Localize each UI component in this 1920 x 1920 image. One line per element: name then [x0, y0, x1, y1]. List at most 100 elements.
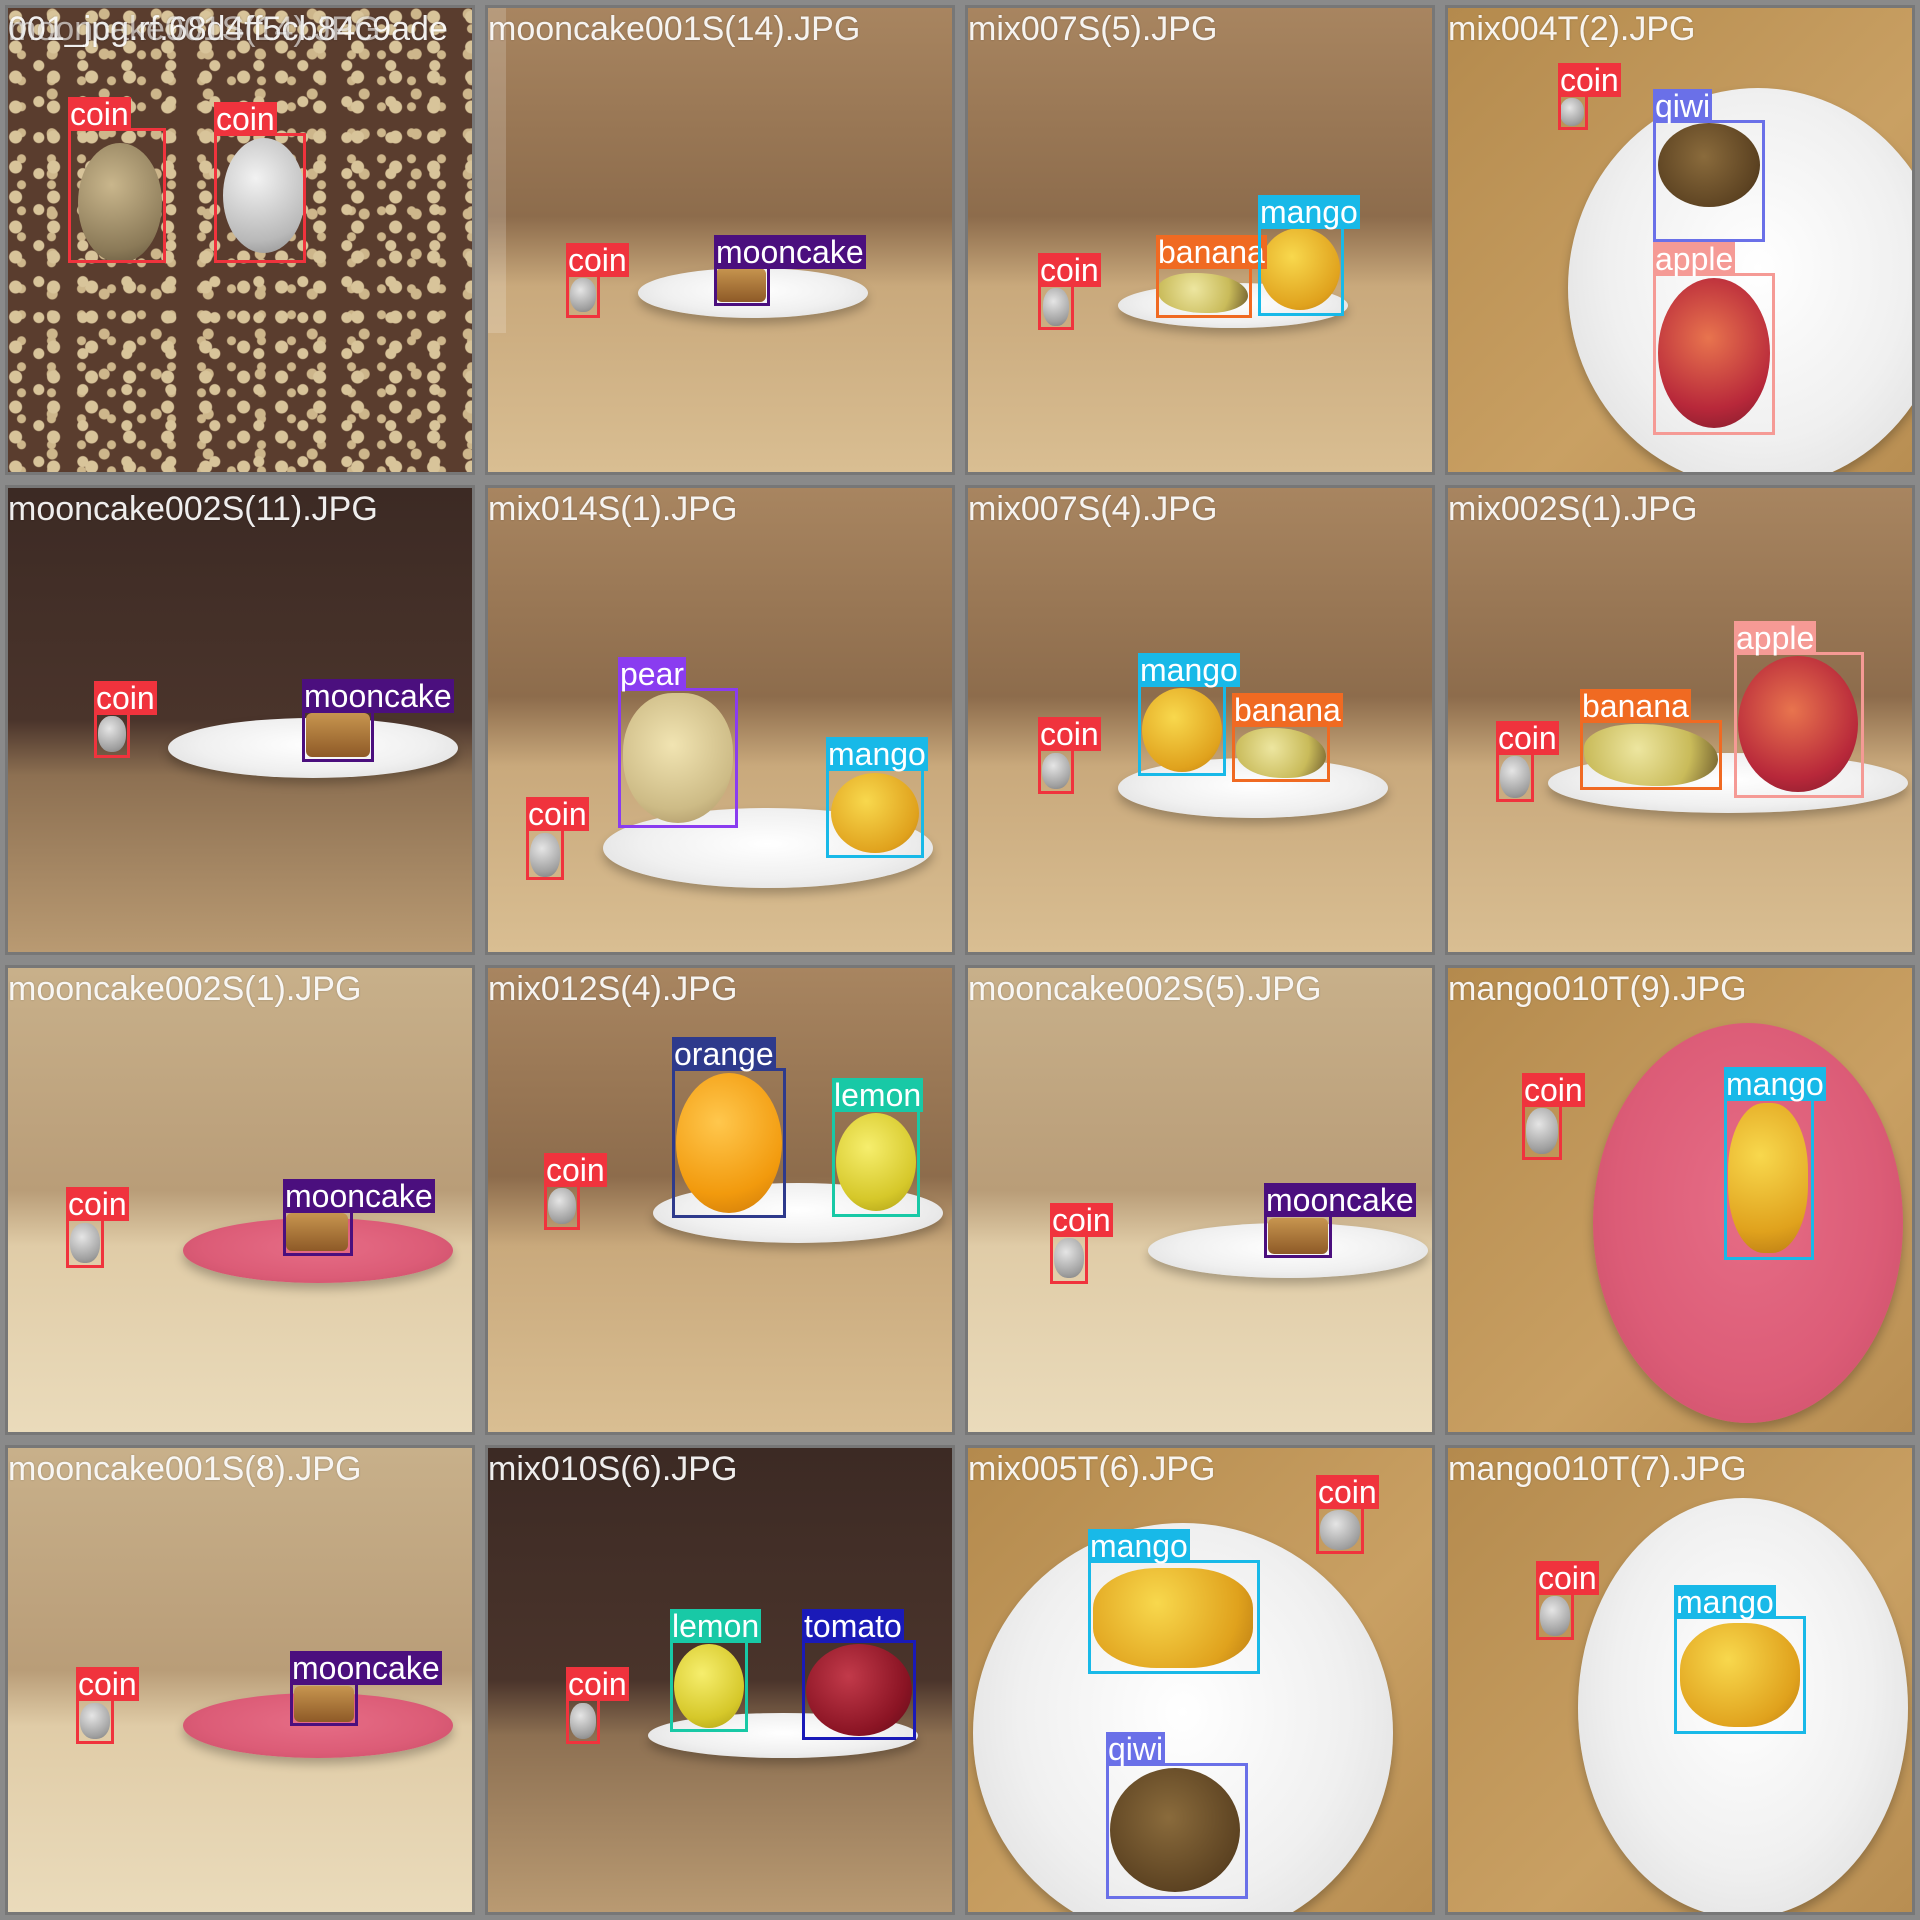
bbox-mooncake: mooncake [714, 235, 866, 306]
bbox-label: banana [1156, 234, 1267, 270]
tile-title: mix010S(6).JPG [488, 1450, 738, 1488]
tile-11: mooncake002S(5).JPG coin mooncake [965, 965, 1435, 1435]
bbox-label: coin [566, 242, 629, 278]
bbox-orange: orange [672, 1037, 786, 1218]
bbox-coin: coin [1496, 721, 1559, 802]
bbox-mooncake: mooncake [302, 679, 454, 762]
bbox-label: qiwi [1653, 88, 1713, 124]
tile-title: mooncake001S(14).JPG [488, 10, 861, 48]
bbox-lemon: lemon [670, 1609, 762, 1732]
tile-title: mix007S(5).JPG [968, 10, 1218, 48]
bbox-label: qiwi [1106, 1731, 1166, 1767]
bbox-label: mooncake [1264, 1182, 1416, 1218]
tile-title-overlap: mooncake001S(14).JPG [8, 10, 381, 48]
bbox-label: coin [1536, 1560, 1599, 1596]
bbox-coin: coin [1316, 1475, 1379, 1554]
bbox-label: coin [68, 96, 131, 132]
tile-8: mix002S(1).JPG coin banana apple [1445, 485, 1915, 955]
tile-title: mix005T(6).JPG [968, 1450, 1216, 1488]
bbox-label: mango [1674, 1584, 1776, 1620]
bbox-mango: mango [1258, 195, 1360, 316]
bbox-coin: coin [1050, 1203, 1113, 1284]
tile-7: mix007S(4).JPG coin mango banana [965, 485, 1435, 955]
bbox-mooncake: mooncake [283, 1179, 435, 1256]
bbox-coin: coin [1038, 253, 1101, 330]
cabinet-wall [488, 8, 506, 333]
tile-title: mooncake002S(5).JPG [968, 970, 1322, 1008]
tile-4: mix004T(2).JPG coin qiwi apple [1445, 5, 1915, 475]
bbox-label: pear [618, 656, 687, 692]
bbox-label: coin [214, 101, 277, 137]
bbox-label: coin [76, 1666, 139, 1702]
bbox-coin: coin [526, 797, 589, 880]
bbox-label: lemon [832, 1077, 924, 1113]
tile-title: mooncake001S(8).JPG [8, 1450, 362, 1488]
bbox-label: coin [1038, 716, 1101, 752]
bbox-label: mango [826, 736, 928, 772]
bbox-label: mooncake [714, 234, 866, 270]
bbox-label: mooncake [290, 1650, 442, 1686]
bbox-label: mango [1088, 1528, 1190, 1564]
bbox-label: banana [1580, 688, 1691, 724]
bbox-label: lemon [670, 1608, 762, 1644]
bbox-mango: mango [1088, 1529, 1260, 1674]
bbox-label: coin [66, 1186, 129, 1222]
bbox-label: apple [1653, 241, 1736, 277]
tile-title: 001_jpg.rf.68d4ff5cb84c9ade mooncake001S(… [8, 10, 448, 48]
bbox-label: banana [1232, 692, 1343, 728]
bbox-coin: coin [1038, 717, 1101, 794]
bbox-coin: coin [68, 97, 166, 263]
bbox-mooncake: mooncake [290, 1651, 442, 1726]
bbox-mango: mango [826, 737, 928, 858]
bbox-label: coin [544, 1152, 607, 1188]
tile-title: mango010T(7).JPG [1448, 1450, 1747, 1488]
detection-mosaic: 001_jpg.rf.68d4ff5cb84c9ade mooncake001S(… [0, 0, 1920, 1920]
bbox-label: mooncake [283, 1178, 435, 1214]
bbox-pear: pear [618, 657, 738, 828]
tile-3: mix007S(5).JPG coin banana mango [965, 5, 1435, 475]
bbox-label: tomato [802, 1608, 904, 1644]
tile-13: mooncake001S(8).JPG coin mooncake [5, 1445, 475, 1915]
bbox-label: mango [1258, 194, 1360, 230]
tile-14: mix010S(6).JPG coin lemon tomato [485, 1445, 955, 1915]
bbox-label: mooncake [302, 678, 454, 714]
tile-title: mix012S(4).JPG [488, 970, 738, 1008]
tile-title: mango010T(9).JPG [1448, 970, 1747, 1008]
bbox-label: orange [672, 1036, 776, 1072]
bbox-label: coin [1558, 62, 1621, 98]
tile-1: 001_jpg.rf.68d4ff5cb84c9ade mooncake001S(… [5, 5, 475, 475]
tile-9: mooncake002S(1).JPG coin mooncake [5, 965, 475, 1435]
bbox-qiwi: qiwi [1653, 89, 1765, 242]
tile-12: mango010T(9).JPG coin mango [1445, 965, 1915, 1435]
bbox-label: mango [1724, 1066, 1826, 1102]
tile-title: mix004T(2).JPG [1448, 10, 1696, 48]
bbox-mango: mango [1724, 1067, 1826, 1260]
bbox-label: coin [1496, 720, 1559, 756]
bbox-coin: coin [1558, 63, 1621, 130]
bbox-apple: apple [1653, 242, 1775, 435]
bbox-label: mango [1138, 652, 1240, 688]
bbox-mooncake: mooncake [1264, 1183, 1416, 1258]
tile-10: mix012S(4).JPG coin orange lemon [485, 965, 955, 1435]
bbox-label: coin [1050, 1202, 1113, 1238]
bbox-label: coin [1316, 1474, 1379, 1510]
bbox-label: apple [1734, 620, 1817, 656]
tile-title: mooncake002S(11).JPG [8, 490, 378, 528]
bbox-coin: coin [94, 681, 157, 758]
tile-title: mix002S(1).JPG [1448, 490, 1698, 528]
tile-title: mooncake002S(1).JPG [8, 970, 362, 1008]
tile-16: mango010T(7).JPG coin mango [1445, 1445, 1915, 1915]
bbox-coin: coin [1522, 1073, 1585, 1160]
bbox-label: coin [566, 1666, 629, 1702]
bbox-coin: coin [566, 1667, 629, 1744]
bbox-banana: banana [1580, 689, 1722, 790]
bbox-coin: coin [214, 102, 306, 263]
bbox-coin: coin [1536, 1561, 1599, 1640]
bbox-label: coin [94, 680, 157, 716]
tile-5: mooncake002S(11).JPG coin mooncake [5, 485, 475, 955]
bbox-banana: banana [1156, 235, 1267, 318]
tile-6: mix014S(1).JPG coin pear mango [485, 485, 955, 955]
bbox-banana: banana [1232, 693, 1343, 782]
bbox-coin: coin [66, 1187, 129, 1268]
bbox-qiwi: qiwi [1106, 1732, 1248, 1899]
